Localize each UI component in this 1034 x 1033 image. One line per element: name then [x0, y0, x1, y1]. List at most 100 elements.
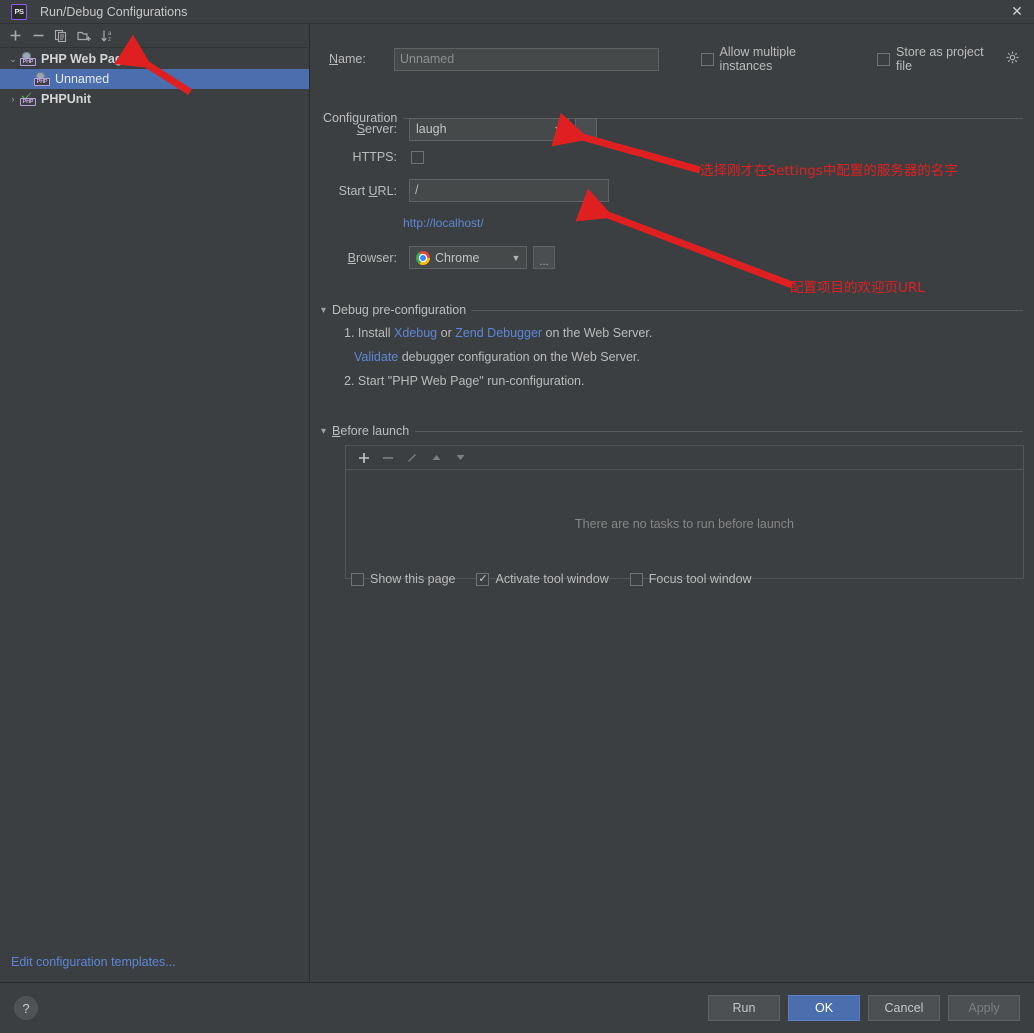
tree-item-label: Unnamed — [55, 72, 110, 86]
debug-validate-suffix: debugger configuration on the Web Server… — [398, 350, 640, 364]
before-launch-label: Before launch — [332, 424, 410, 438]
phpstorm-icon: PS — [11, 3, 27, 20]
resolved-url-link[interactable]: http://localhost/ — [403, 216, 484, 230]
allow-multiple-instances-checkbox[interactable] — [700, 52, 714, 66]
run-debug-configurations-dialog: PS Run/Debug Configurations ✕ a z ⌄ PHP … — [0, 0, 1034, 1033]
sort-az-icon[interactable]: a z — [97, 26, 117, 46]
php-web-page-icon: PHP — [20, 52, 36, 66]
chevron-down-icon[interactable]: ▾ — [321, 305, 326, 316]
configurations-tree: ⌄ PHP PHP Web Page PHP Unnamed › PHP PHP… — [0, 49, 309, 109]
title-bar: PS Run/Debug Configurations ✕ — [0, 0, 1034, 23]
server-row: Server: laugh ▼ ... — [337, 116, 997, 142]
activate-tool-window-label: Activate tool window — [495, 572, 609, 586]
validate-link[interactable]: Validate — [354, 350, 398, 364]
run-button[interactable]: Run — [708, 995, 780, 1021]
before-launch-toolbar — [345, 445, 1024, 469]
debug-step1-mid: or — [437, 326, 456, 340]
annotation-text-server: 选择刚才在Settings中配置的服务器的名字 — [700, 163, 958, 179]
browser-label: Browser: — [347, 250, 397, 265]
tree-item-phpunit[interactable]: › PHP PHPUnit — [0, 89, 309, 109]
debug-step1-prefix: 1. Install — [344, 326, 395, 340]
tree-item-unnamed[interactable]: PHP Unnamed — [0, 69, 309, 89]
start-url-input[interactable]: / — [409, 179, 609, 202]
tree-item-label: PHP Web Page — [41, 52, 130, 66]
browser-row: Browser: Chrome ▼ ... — [337, 246, 997, 269]
https-label: HTTPS: — [352, 150, 397, 164]
debug-preconfiguration-header: ▾ Debug pre-configuration — [321, 303, 1023, 317]
remove-configuration-button[interactable] — [28, 26, 48, 46]
add-configuration-button[interactable] — [5, 26, 25, 46]
server-dropdown[interactable]: laugh ▼ — [409, 117, 569, 141]
browser-dropdown[interactable]: Chrome ▼ — [409, 246, 527, 269]
before-launch-empty-message: There are no tasks to run before launch — [575, 517, 794, 531]
browser-value: Chrome — [435, 250, 480, 265]
configurations-sidebar: a z ⌄ PHP PHP Web Page PHP Unnamed › PHP… — [0, 23, 310, 981]
before-launch-panel: There are no tasks to run before launch — [345, 445, 1024, 579]
move-task-up-button[interactable] — [426, 448, 446, 468]
name-input[interactable]: Unnamed — [393, 47, 659, 71]
annotation-text-start-url: 配置项目的欢迎页URL — [790, 280, 925, 296]
launch-options-row: Show this page Activate tool window Focu… — [351, 572, 752, 586]
tree-item-label: PHPUnit — [41, 92, 91, 106]
dialog-footer: ? Run OK Cancel Apply — [0, 982, 1034, 1033]
debug-preconfiguration-label: Debug pre-configuration — [332, 303, 467, 317]
section-divider — [472, 309, 1023, 311]
gear-icon[interactable] — [1006, 51, 1019, 67]
svg-text:z: z — [108, 37, 111, 43]
debug-step-2: 2. Start "PHP Web Page" run-configuratio… — [344, 374, 585, 388]
activate-tool-window-checkbox[interactable] — [476, 572, 490, 586]
focus-tool-window-checkbox[interactable] — [629, 572, 643, 586]
show-this-page-checkbox[interactable] — [351, 572, 364, 586]
dialog-buttons: Run OK Cancel Apply — [708, 995, 1020, 1021]
xdebug-link[interactable]: Xdebug — [394, 326, 437, 340]
server-label: Server: — [356, 122, 397, 136]
ok-button[interactable]: OK — [788, 995, 860, 1021]
debug-step1-suffix: on the Web Server. — [542, 326, 653, 340]
cancel-button[interactable]: Cancel — [868, 995, 940, 1021]
add-task-button[interactable] — [354, 448, 374, 468]
name-label: Name: — [329, 52, 366, 66]
edit-configuration-templates-link[interactable]: Edit configuration templates... — [11, 955, 176, 969]
sidebar-toolbar: a z — [0, 24, 309, 48]
help-icon[interactable]: ? — [14, 996, 38, 1020]
tree-item-php-web-page[interactable]: ⌄ PHP PHP Web Page — [0, 49, 309, 69]
show-this-page-row[interactable]: Show this page — [351, 572, 455, 586]
allow-multiple-instances-label: Allow multiple instances — [719, 45, 796, 73]
server-browse-button[interactable]: ... — [575, 117, 597, 141]
zend-debugger-link[interactable]: Zend Debugger — [455, 326, 542, 340]
phpunit-icon: PHP — [20, 92, 36, 106]
chrome-icon — [416, 250, 430, 265]
apply-button: Apply — [948, 995, 1020, 1021]
remove-task-button[interactable] — [378, 448, 398, 468]
chevron-right-icon[interactable]: › — [6, 94, 20, 104]
folder-add-icon[interactable] — [74, 26, 94, 46]
copy-configuration-icon[interactable] — [51, 26, 71, 46]
allow-multiple-instances-row[interactable]: Allow multiple instances — [700, 45, 850, 73]
focus-tool-window-label: Focus tool window — [648, 572, 752, 586]
php-web-page-icon: PHP — [34, 72, 50, 86]
debug-step-1: 1. Install Xdebug or Zend Debugger on th… — [344, 326, 652, 340]
before-launch-task-list[interactable]: There are no tasks to run before launch — [345, 469, 1024, 579]
show-this-page-label: Show this page — [370, 572, 456, 586]
chevron-down-icon[interactable]: ⌄ — [6, 54, 20, 65]
activate-tool-window-row[interactable]: Activate tool window — [476, 572, 609, 586]
chevron-down-icon[interactable]: ▼ — [508, 253, 524, 263]
focus-tool-window-row[interactable]: Focus tool window — [629, 572, 752, 586]
start-url-row: Start URL: / — [337, 179, 997, 202]
browser-browse-button[interactable]: ... — [533, 246, 555, 269]
chevron-down-icon[interactable]: ▾ — [321, 426, 326, 437]
store-as-project-file-checkbox[interactable] — [877, 52, 891, 66]
name-row: Name: Unnamed Allow multiple instances S… — [329, 45, 1019, 73]
store-as-project-file-label: Store as project file — [896, 45, 984, 73]
start-url-label: Start URL: — [338, 183, 397, 198]
close-icon[interactable]: ✕ — [1000, 0, 1034, 23]
section-divider — [415, 430, 1023, 432]
server-value: laugh — [416, 122, 447, 136]
edit-pencil-icon[interactable] — [402, 448, 422, 468]
move-task-down-button[interactable] — [450, 448, 470, 468]
window-title: Run/Debug Configurations — [40, 4, 188, 19]
before-launch-header: ▾ Before launch — [321, 424, 1023, 438]
https-checkbox[interactable] — [411, 150, 424, 164]
chevron-down-icon[interactable]: ▼ — [550, 124, 566, 134]
store-as-project-file-row[interactable]: Store as project file — [877, 45, 1019, 73]
